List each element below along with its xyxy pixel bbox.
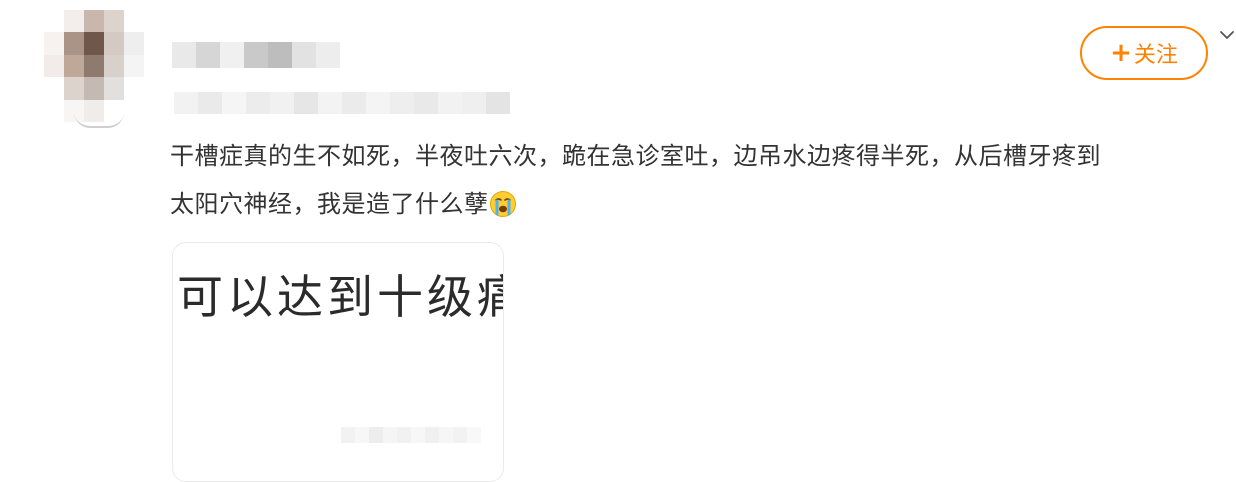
avatar-frame [74,112,124,128]
image-watermark [341,427,481,443]
post-text-line-2: 太阳穴神经，我是造了什么孽 [170,190,489,218]
crying-face-icon [489,191,516,217]
post-meta [174,92,510,114]
post-text: 干槽症真的生不如死，半夜吐六次，跪在急诊室吐，边吊水边疼得半死，从后槽牙疼到 太… [170,132,1236,228]
avatar[interactable] [44,10,144,122]
username[interactable] [172,42,340,68]
post-image-text: 可以达到十级痛 [177,270,504,324]
plus-icon: + [1110,38,1132,68]
post-image[interactable]: 可以达到十级痛 [172,242,504,482]
follow-button-label: 关注 [1133,43,1178,68]
follow-button[interactable]: + 关注 [1080,26,1208,80]
chevron-down-icon[interactable] [1218,26,1236,44]
post-text-line-1: 干槽症真的生不如死，半夜吐六次，跪在急诊室吐，边吊水边疼得半死，从后槽牙疼到 [170,142,1101,170]
